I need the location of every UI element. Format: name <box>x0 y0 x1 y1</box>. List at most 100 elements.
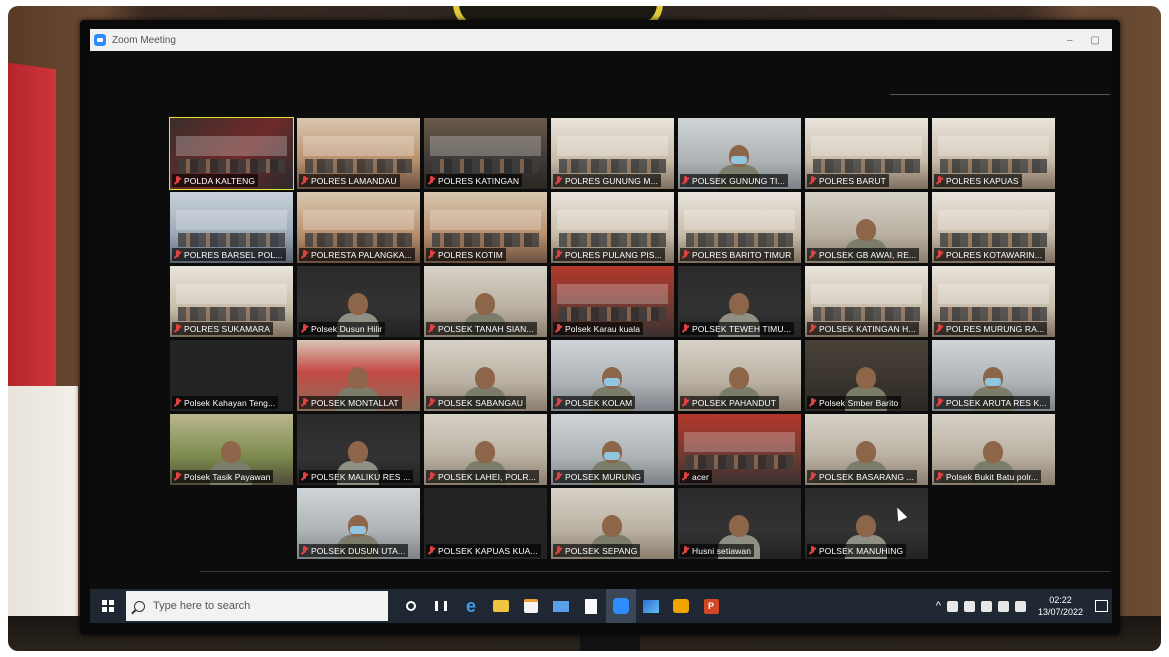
participant-tile[interactable]: POLSEK SEPANG <box>551 488 674 559</box>
participant-tile[interactable]: POLRES KAPUAS <box>932 118 1055 189</box>
participant-name: POLRES BARUT <box>819 175 886 186</box>
task-view-button[interactable] <box>426 589 456 623</box>
powerpoint-icon: P <box>703 598 719 614</box>
participant-tile[interactable]: POLSEK KAPUAS KUA... <box>424 488 547 559</box>
windows-logo-icon <box>102 600 114 612</box>
divider-line <box>200 571 1110 572</box>
participant-tile[interactable]: POLRES BARSEL POL... <box>170 192 293 263</box>
participant-tile[interactable]: POLRES KATINGAN <box>424 118 547 189</box>
participant-tile[interactable]: POLRES BARITO TIMUR <box>678 192 801 263</box>
participant-name-bar: POLRES MURUNG RA... <box>934 322 1048 335</box>
participant-name-bar: POLRES BARUT <box>807 174 889 187</box>
tray-chevron-icon[interactable]: ^ <box>936 600 941 612</box>
participant-tile[interactable]: POLRES MURUNG RA... <box>932 266 1055 337</box>
participant-name: POLSEK GB AWAI, RE... <box>819 249 917 260</box>
muted-mic-icon <box>809 250 816 259</box>
participant-tile[interactable]: POLRES KOTAWARIN... <box>932 192 1055 263</box>
participant-tile[interactable]: POLSEK ARUTA RES K... <box>932 340 1055 411</box>
store-button[interactable] <box>516 589 546 623</box>
participant-tile[interactable]: POLSEK BASARANG ... <box>805 414 928 485</box>
participant-tile[interactable]: POLSEK GUNUNG TI... <box>678 118 801 189</box>
participant-name: acer <box>692 471 709 482</box>
participant-tile[interactable]: POLSEK TANAH SIAN... <box>424 266 547 337</box>
muted-mic-icon <box>555 546 562 555</box>
edge-icon: e <box>465 595 476 616</box>
muted-mic-icon <box>809 176 816 185</box>
participant-name: POLSEK TANAH SIAN... <box>438 323 534 334</box>
battery-icon[interactable] <box>980 600 992 612</box>
powerpoint-button[interactable]: P <box>696 589 726 623</box>
seated-people <box>813 159 920 173</box>
seated-people <box>940 233 1047 247</box>
participant-tile[interactable]: acer <box>678 414 801 485</box>
participant-tile[interactable]: POLSEK DUSUN UTA... <box>297 488 420 559</box>
participant-name-bar: POLRES KOTIM <box>426 248 506 261</box>
seated-people <box>305 233 412 247</box>
participant-tile[interactable]: Polsek Kahayan Teng... <box>170 340 293 411</box>
mail-button[interactable] <box>546 589 576 623</box>
participant-tile[interactable]: POLSEK LAHEI, POLR... <box>424 414 547 485</box>
participant-tile[interactable]: POLRES LAMANDAU <box>297 118 420 189</box>
edge-button[interactable]: e <box>456 589 486 623</box>
participant-tile[interactable]: POLRES BARUT <box>805 118 928 189</box>
participant-tile[interactable]: POLSEK MONTALLAT <box>297 340 420 411</box>
room-backdrop <box>557 136 668 156</box>
clock-date: 13/07/2022 <box>1037 607 1083 617</box>
muted-mic-icon <box>682 250 689 259</box>
participant-name-bar: POLSEK SEPANG <box>553 544 641 557</box>
cortana-button[interactable] <box>396 589 426 623</box>
participant-name: POLSEK SEPANG <box>565 545 638 556</box>
muted-mic-icon <box>428 250 435 259</box>
participant-tile[interactable]: POLSEK MURUNG <box>551 414 674 485</box>
volume-icon[interactable] <box>1014 600 1026 612</box>
participant-tile[interactable]: POLRES PULANG PIS... <box>551 192 674 263</box>
participant-tile[interactable]: POLSEK TEWEH TIMU... <box>678 266 801 337</box>
participant-tile[interactable]: POLSEK SABANGAU <box>424 340 547 411</box>
participant-tile[interactable]: Polsek Smber Barito <box>805 340 928 411</box>
media-player-button[interactable] <box>666 589 696 623</box>
microphone-icon[interactable] <box>946 600 958 612</box>
participant-name-bar: POLSEK LAHEI, POLR... <box>426 470 539 483</box>
display-icon[interactable] <box>963 600 975 612</box>
participant-tile[interactable]: POLRES KOTIM <box>424 192 547 263</box>
participant-tile[interactable]: POLSEK KOLAM <box>551 340 674 411</box>
participant-name: POLSEK MALIKU RES ... <box>311 471 411 482</box>
participant-tile[interactable]: POLDA KALTENG <box>169 117 294 190</box>
participant-name: POLRES MURUNG RA... <box>946 323 1045 334</box>
participant-tile[interactable]: Polsek Bukit Batu polr... <box>932 414 1055 485</box>
document-button[interactable] <box>576 589 606 623</box>
participant-tile[interactable]: POLRESTA PALANGKA... <box>297 192 420 263</box>
start-button[interactable] <box>90 589 126 623</box>
muted-mic-icon <box>555 472 562 481</box>
participant-tile[interactable]: POLSEK PAHANDUT <box>678 340 801 411</box>
participant-name-bar: POLSEK SABANGAU <box>426 396 527 409</box>
participant-name-bar: POLSEK DUSUN UTA... <box>299 544 409 557</box>
participant-name-bar: POLSEK MONTALLAT <box>299 396 402 409</box>
participant-tile[interactable]: POLRES GUNUNG M... <box>551 118 674 189</box>
participant-tile[interactable]: POLSEK GB AWAI, RE... <box>805 192 928 263</box>
network-icon[interactable] <box>997 600 1009 612</box>
photos-button[interactable] <box>636 589 666 623</box>
muted-mic-icon <box>936 324 943 333</box>
minimize-button[interactable]: – <box>1067 35 1073 46</box>
participant-tile[interactable]: Polsek Dusun Hilir <box>297 266 420 337</box>
muted-mic-icon <box>174 472 181 481</box>
participant-tile[interactable]: POLSEK MANUHING <box>805 488 928 559</box>
participant-tile[interactable]: POLSEK KATINGAN H... <box>805 266 928 337</box>
participant-name: Polsek Bukit Batu polr... <box>946 471 1039 482</box>
room-backdrop <box>938 136 1049 156</box>
room-backdrop <box>938 284 1049 304</box>
maximize-button[interactable]: ▢ <box>1091 35 1100 46</box>
muted-mic-icon <box>555 250 562 259</box>
participant-name: POLSEK KATINGAN H... <box>819 323 916 334</box>
participant-tile[interactable]: Husni setiawan <box>678 488 801 559</box>
notification-icon[interactable] <box>1095 600 1108 612</box>
zoom-taskbar-button[interactable] <box>606 589 636 623</box>
participant-tile[interactable]: Polsek Tasik Payawan <box>170 414 293 485</box>
participant-tile[interactable]: POLSEK MALIKU RES ... <box>297 414 420 485</box>
taskbar-clock[interactable]: 02:22 13/07/2022 <box>1038 594 1083 618</box>
participant-tile[interactable]: POLRES SUKAMARA <box>170 266 293 337</box>
taskbar-search-box[interactable]: Type here to search <box>126 591 388 621</box>
participant-tile[interactable]: Polsek Karau kuala <box>551 266 674 337</box>
file-explorer-button[interactable] <box>486 589 516 623</box>
